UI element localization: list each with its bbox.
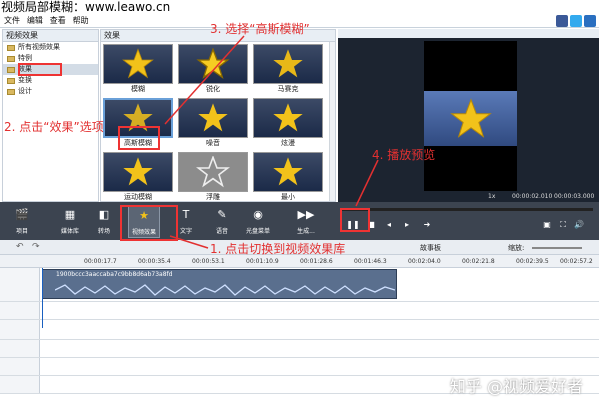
- watermark: 知乎 @视频爱好者: [449, 377, 583, 396]
- annotation-arrows: [164, 35, 379, 249]
- arrow-step1: [169, 235, 209, 249]
- arrow-step4: [355, 159, 379, 207]
- arrow-step3: [164, 35, 245, 125]
